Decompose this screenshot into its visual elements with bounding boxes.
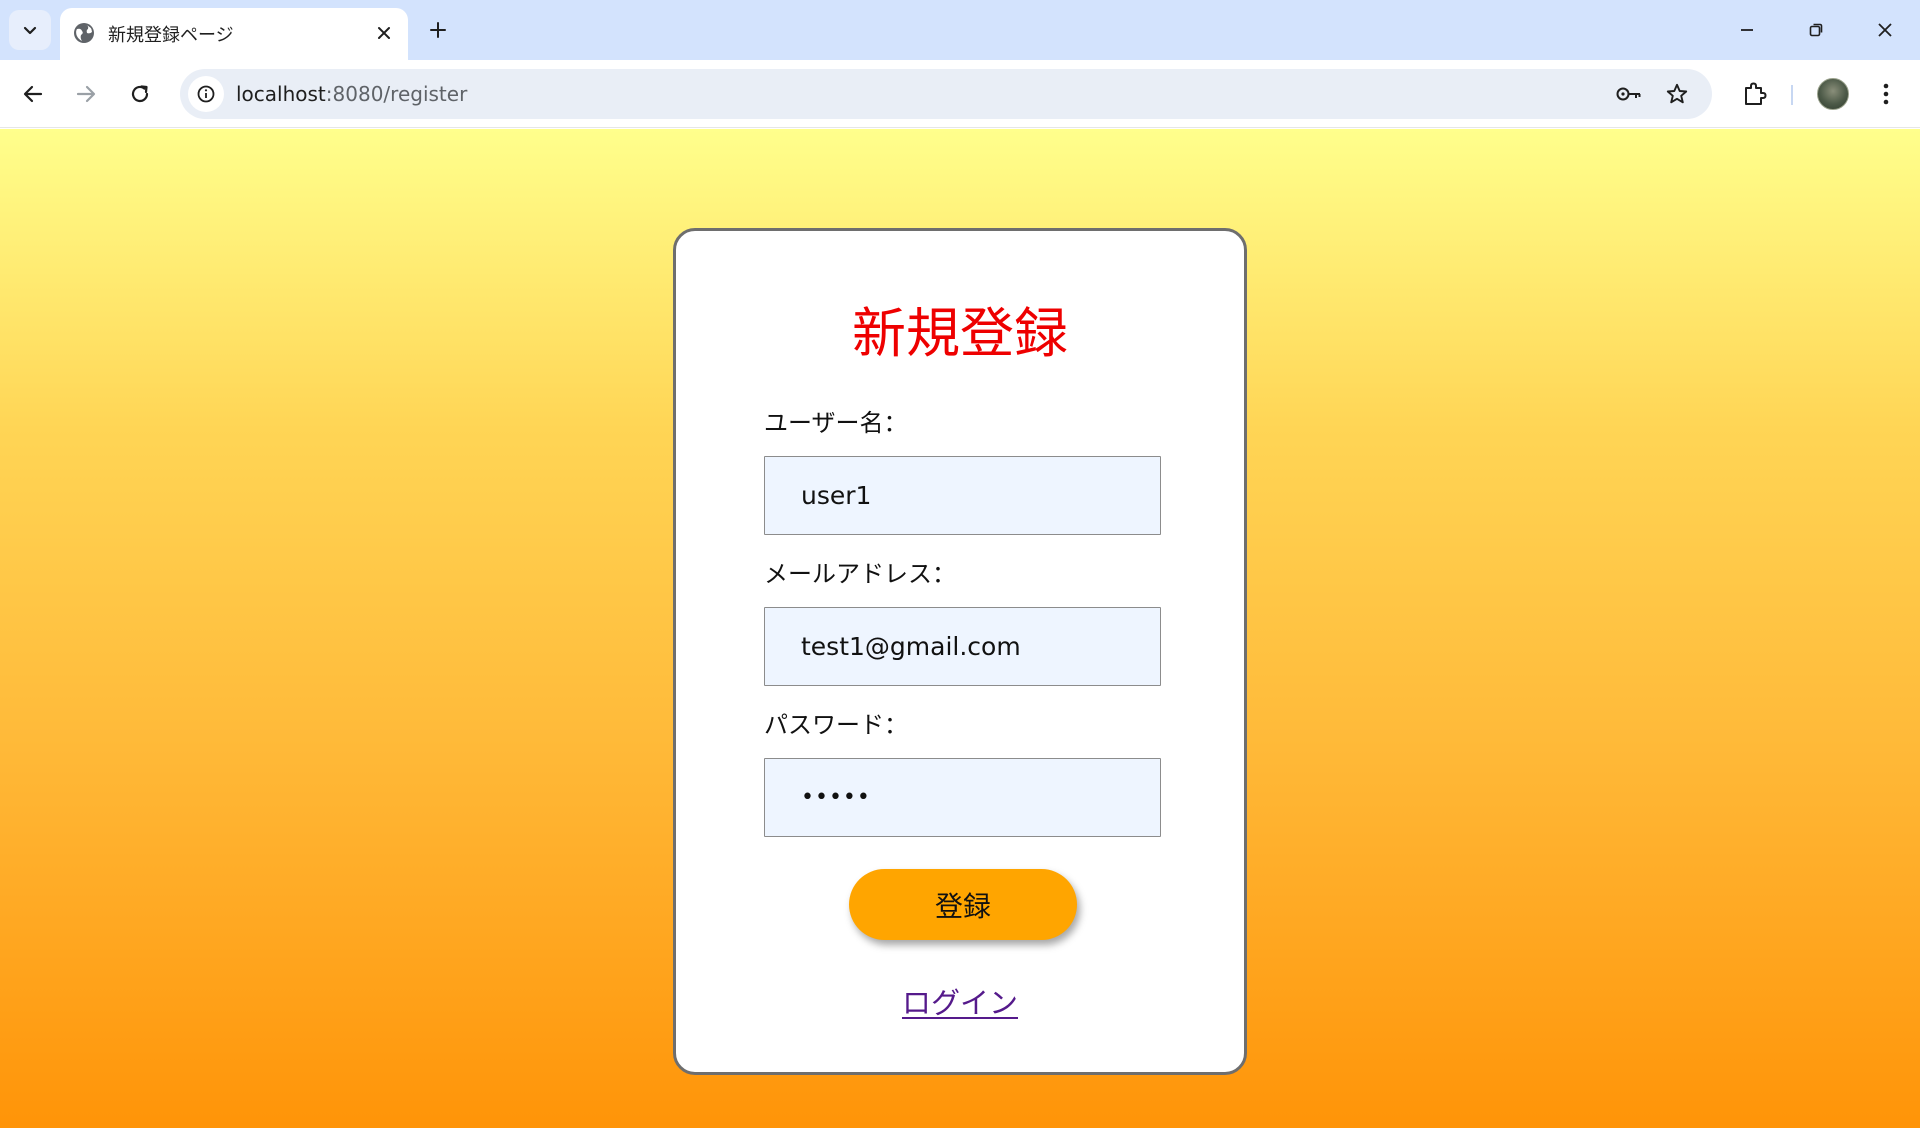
login-link[interactable]: ログイン <box>902 986 1018 1020</box>
forward-icon[interactable] <box>66 74 106 114</box>
site-info-icon[interactable] <box>188 76 224 112</box>
browser-tabstrip: 新規登録ページ <box>0 0 1920 60</box>
chevron-down-icon <box>23 26 37 35</box>
restore-icon[interactable] <box>1793 10 1839 50</box>
profile-avatar[interactable] <box>1817 78 1849 110</box>
page-background: 新規登録 ユーザー名： メールアドレス： パスワード： 登録 ログイン <box>0 129 1920 1128</box>
toolbar-divider <box>1791 85 1793 105</box>
tab-title: 新規登録ページ <box>108 25 234 46</box>
password-input[interactable] <box>764 758 1161 837</box>
key-icon[interactable] <box>1613 78 1645 110</box>
register-button[interactable]: 登録 <box>849 869 1077 940</box>
new-tab-icon[interactable] <box>422 14 454 46</box>
address-bar[interactable]: localhost:8080/register <box>180 69 1712 119</box>
username-input[interactable] <box>764 456 1161 535</box>
reload-icon[interactable] <box>120 74 160 114</box>
menu-kebab-icon[interactable] <box>1868 76 1904 112</box>
extensions-icon[interactable] <box>1736 76 1772 112</box>
url-host: localhost <box>236 82 326 106</box>
username-label: ユーザー名： <box>764 409 908 437</box>
active-tab[interactable]: 新規登録ページ <box>60 8 408 60</box>
login-link-wrapper: ログイン <box>676 980 1244 1022</box>
url-text[interactable]: localhost:8080/register <box>236 82 467 106</box>
browser-toolbar: localhost:8080/register <box>0 60 1920 128</box>
page-title: 新規登録 <box>852 302 1068 365</box>
url-path: :8080/register <box>325 82 468 106</box>
register-card: 新規登録 ユーザー名： メールアドレス： パスワード： 登録 ログイン <box>673 228 1247 1075</box>
email-input[interactable] <box>764 607 1161 686</box>
back-icon[interactable] <box>13 74 53 114</box>
email-label: メールアドレス： <box>764 560 956 588</box>
bookmark-star-icon[interactable] <box>1661 78 1693 110</box>
minimize-icon[interactable] <box>1724 10 1770 50</box>
tab-search-button[interactable] <box>9 10 51 50</box>
globe-icon <box>72 21 96 45</box>
close-window-icon[interactable] <box>1862 10 1908 50</box>
tab-close-icon[interactable] <box>372 21 396 45</box>
password-label: パスワード： <box>764 711 908 739</box>
